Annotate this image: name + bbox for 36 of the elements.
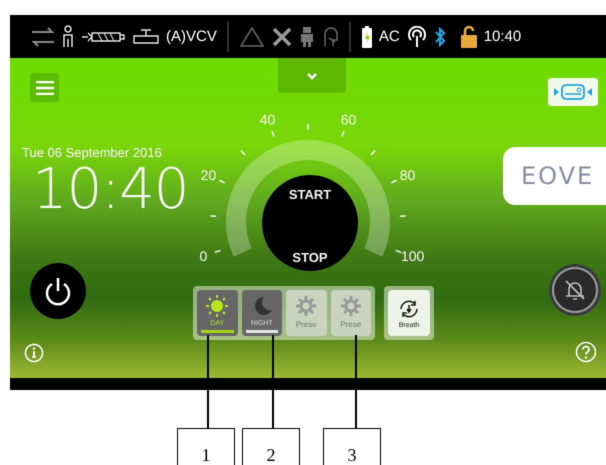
breath-cycle-icon: [398, 298, 420, 320]
dial-scale-label: 80: [400, 167, 416, 184]
status-time: 10:40: [484, 28, 522, 45]
bluetooth-icon: [434, 26, 446, 48]
dial-scale-label: 20: [200, 167, 216, 184]
callout-number: 2: [242, 428, 300, 465]
gear-icon: [294, 294, 318, 318]
battery-icon: [360, 24, 373, 48]
antenna-signal-icon: [406, 26, 428, 48]
warning-triangle-icon: [238, 26, 265, 48]
date-text: Tue 06 September 2016: [22, 145, 162, 160]
callout-number: 3: [323, 428, 381, 465]
menu-icon: [36, 80, 54, 94]
exchange-arrows-icon: [30, 26, 56, 48]
device-icon: [553, 82, 593, 102]
ventilation-mode: (A)VCV: [166, 28, 217, 45]
power-icon: [44, 276, 72, 306]
person-icon: [62, 24, 74, 48]
logo-text: EOVE: [521, 162, 594, 190]
robot-figure-icon: [298, 26, 315, 48]
dial-scale-label: 60: [340, 112, 356, 128]
gear-icon: [338, 294, 363, 318]
clock-time: 10:40: [32, 162, 188, 218]
dial-scale-label: 0: [199, 248, 208, 264]
power-source: AC: [378, 28, 400, 45]
device-button[interactable]: [548, 78, 598, 106]
callout-number: 1: [177, 428, 235, 465]
sun-icon: [205, 294, 230, 318]
info-icon[interactable]: [24, 343, 44, 363]
dial-scale-label: 40: [260, 112, 276, 128]
dial-scale-label: 100: [400, 248, 424, 264]
help-icon[interactable]: [575, 341, 597, 363]
unlocked-padlock-icon: [460, 24, 478, 48]
valve-icon: [132, 26, 160, 46]
menu-button[interactable]: [30, 73, 59, 102]
chevron-down-icon: [306, 72, 318, 80]
